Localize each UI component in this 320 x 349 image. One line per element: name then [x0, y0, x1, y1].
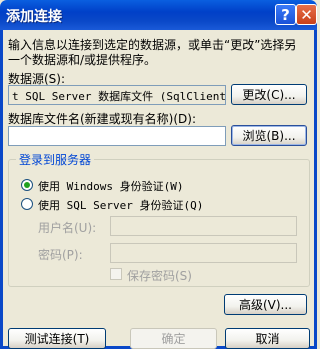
password-input[interactable] [110, 243, 297, 263]
save-password-label: 保存密码(S) [127, 269, 192, 283]
description-text: 输入信息以连接到选定的数据源，或单击“更改”选择另一个数据源和/或提供程序。 [8, 38, 297, 67]
title-bar: 添加连接 ? ✕ [0, 0, 317, 30]
sql-auth-radio[interactable] [21, 198, 33, 210]
windows-auth-radio[interactable] [21, 179, 33, 191]
change-button[interactable]: 更改(C)... [231, 84, 307, 105]
username-input[interactable] [110, 216, 297, 236]
test-connection-button[interactable]: 测试连接(T) [8, 328, 106, 349]
browse-button[interactable]: 浏览(B)... [231, 125, 307, 146]
windows-auth-label[interactable]: 使用 Windows 身份验证(W) [38, 178, 183, 194]
ok-button[interactable]: 确定 [130, 328, 217, 349]
dbfile-label: 数据库文件名(新建或现有名称)(D): [8, 112, 197, 126]
window-title: 添加连接 [6, 9, 62, 25]
close-icon[interactable]: ✕ [296, 4, 317, 25]
save-password-checkbox[interactable] [110, 268, 122, 280]
datasource-field: t SQL Server 数据库文件 (SqlClient) [8, 85, 226, 105]
help-icon[interactable]: ? [275, 4, 296, 25]
password-label: 密码(P): [38, 248, 83, 262]
sql-auth-label[interactable]: 使用 SQL Server 身份验证(Q) [38, 197, 203, 213]
advanced-button[interactable]: 高级(V)... [224, 294, 307, 315]
cancel-button[interactable]: 取消 [225, 328, 310, 349]
dbfile-input[interactable] [8, 126, 226, 146]
login-group-label: 登录到服务器 [16, 151, 95, 168]
username-label: 用户名(U): [38, 221, 97, 235]
